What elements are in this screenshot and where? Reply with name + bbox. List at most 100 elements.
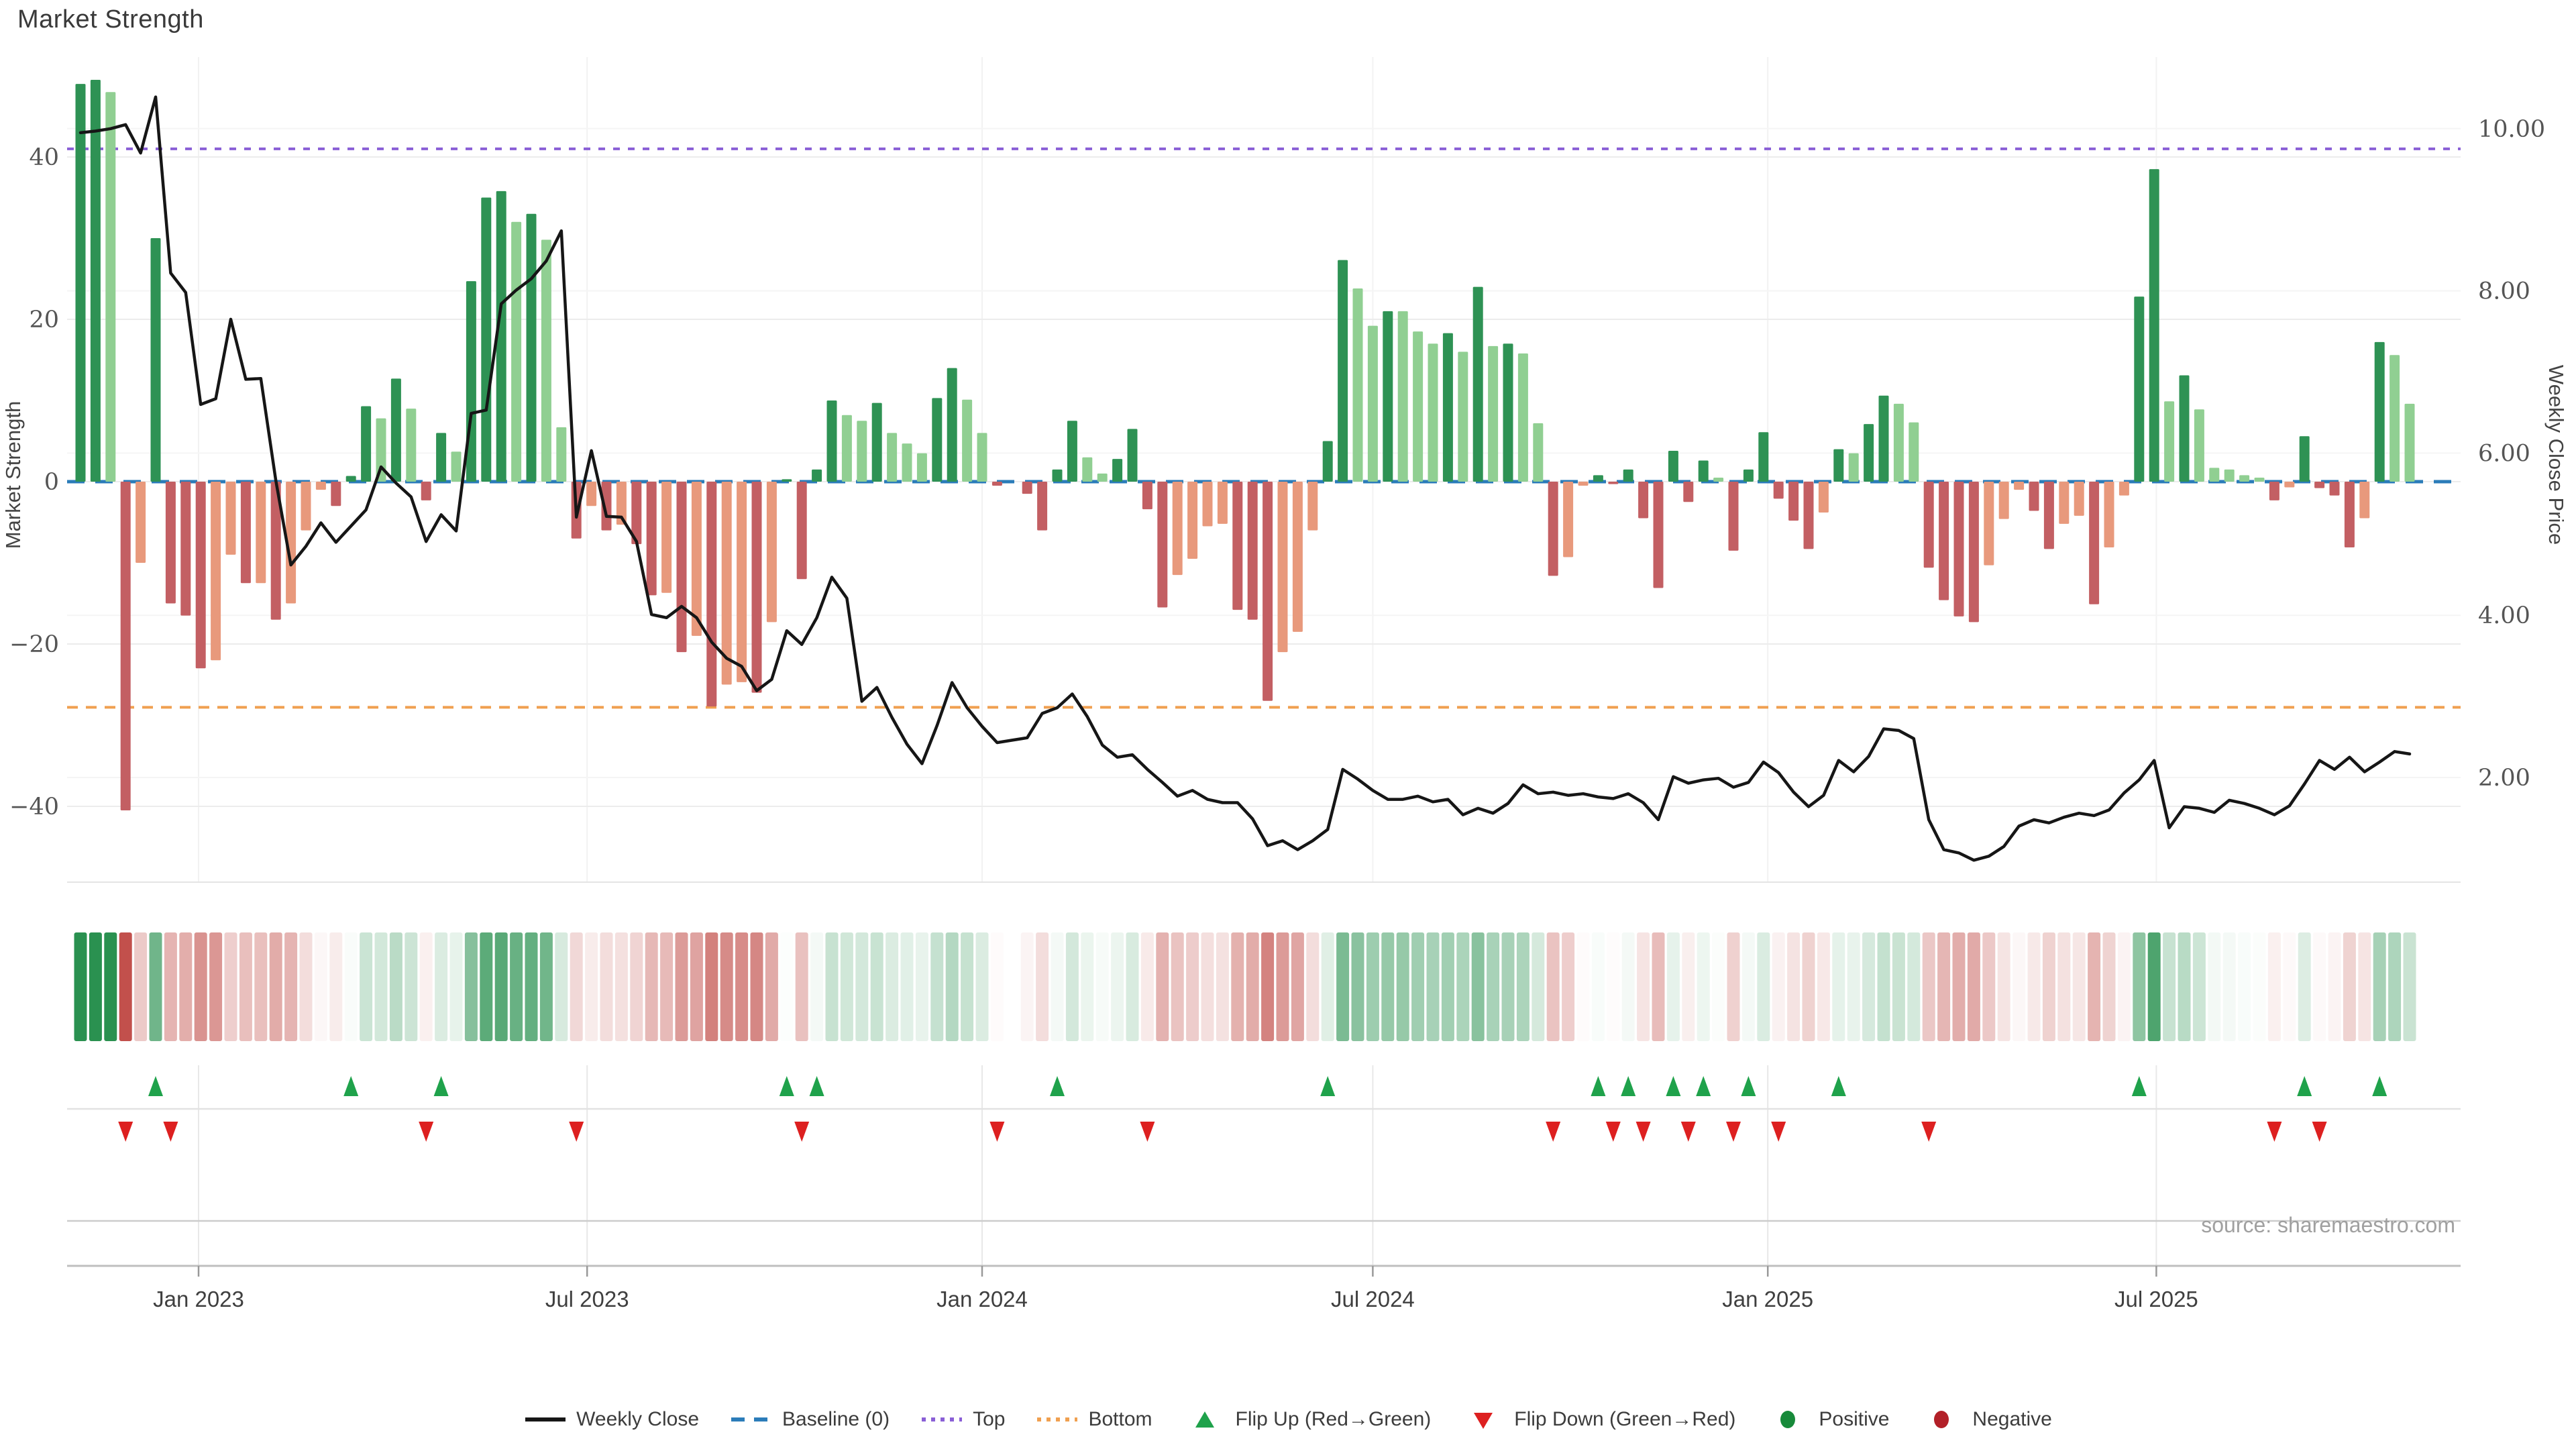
flip-up-marker bbox=[2372, 1076, 2387, 1096]
flip-up-marker bbox=[1320, 1076, 1335, 1096]
strength-bar-positive bbox=[1668, 451, 1678, 482]
strength-bar-negative bbox=[2014, 482, 2024, 490]
flip-up-marker bbox=[780, 1076, 794, 1096]
strength-bar-positive bbox=[391, 378, 401, 482]
heatmap-cell bbox=[1126, 932, 1139, 1041]
heatmap-cell bbox=[209, 932, 222, 1041]
strength-bar-positive bbox=[1112, 459, 1122, 482]
x-axis-tick-label: Jul 2024 bbox=[1331, 1287, 1415, 1311]
heatmap-cell bbox=[164, 932, 177, 1041]
heatmap-cell bbox=[2103, 932, 2116, 1041]
strength-bar-positive bbox=[2194, 409, 2204, 482]
flip-up-marker bbox=[343, 1076, 358, 1096]
strength-bar-negative bbox=[241, 482, 251, 583]
strength-bar-negative bbox=[1307, 482, 1318, 531]
strength-bar-negative bbox=[136, 482, 146, 563]
flip-down-marker bbox=[1921, 1122, 1936, 1142]
heatmap-cell bbox=[2148, 932, 2161, 1041]
legend-positive-label: Positive bbox=[1819, 1408, 1889, 1431]
heatmap-cell bbox=[1502, 932, 1515, 1041]
strength-bar-negative bbox=[1999, 482, 2009, 519]
strength-bar-positive bbox=[1458, 352, 1468, 482]
strength-bar-positive bbox=[1879, 396, 1889, 482]
left-axis-tick-label: −20 bbox=[9, 631, 59, 658]
heatmap-cell bbox=[1096, 932, 1109, 1041]
heatmap-cell bbox=[645, 932, 658, 1041]
strength-bar-negative bbox=[706, 482, 716, 706]
flip-down-marker bbox=[1681, 1122, 1696, 1142]
heatmap-cell bbox=[1652, 932, 1665, 1041]
strength-bar-positive bbox=[1864, 424, 1874, 482]
strength-bar-positive bbox=[842, 415, 852, 482]
strength-bar-positive bbox=[511, 222, 521, 482]
strength-bar-positive bbox=[406, 409, 416, 482]
strength-bar-negative bbox=[180, 482, 191, 616]
strength-bar-negative bbox=[992, 482, 1002, 486]
heatmap-cell bbox=[946, 932, 959, 1041]
heatmap-cell bbox=[435, 932, 447, 1041]
heatmap-cell bbox=[1787, 932, 1800, 1041]
flip-up-marker bbox=[1050, 1076, 1065, 1096]
strength-bar-negative bbox=[1037, 482, 1047, 531]
heatmap-cell bbox=[239, 932, 252, 1041]
strength-bar-negative bbox=[1203, 482, 1213, 527]
strength-bar-positive bbox=[151, 238, 161, 482]
strength-bar-negative bbox=[661, 482, 672, 593]
strength-bar-negative bbox=[196, 482, 206, 668]
heatmap-cell bbox=[1156, 932, 1169, 1041]
heatmap-cell bbox=[916, 932, 928, 1041]
x-axis-tick-label: Jul 2025 bbox=[2114, 1287, 2198, 1311]
strength-bar-negative bbox=[1022, 482, 1032, 494]
heatmap-cell bbox=[195, 932, 207, 1041]
strength-bar-positive bbox=[962, 400, 972, 482]
strength-bar-positive bbox=[2224, 470, 2235, 482]
strength-bar-positive bbox=[1323, 441, 1333, 482]
right-axis-tick-label: 6.00 bbox=[2478, 440, 2530, 467]
right-axis-tick-label: 10.00 bbox=[2478, 116, 2545, 143]
legend-negative-icon bbox=[1920, 1407, 1963, 1432]
heatmap-cell bbox=[1923, 932, 1935, 1041]
heatmap-cell bbox=[465, 932, 478, 1041]
strength-bar-negative bbox=[1578, 482, 1589, 486]
strength-bar-negative bbox=[2089, 482, 2099, 604]
strength-bar-positive bbox=[1383, 311, 1393, 482]
legend: Weekly CloseBaseline (0)TopBottomFlip Up… bbox=[0, 1407, 2576, 1432]
flip-up-marker bbox=[2132, 1076, 2147, 1096]
heatmap-cell bbox=[74, 932, 87, 1041]
strength-bar-negative bbox=[1819, 482, 1829, 513]
heatmap-cell bbox=[630, 932, 643, 1041]
heatmap-cell bbox=[1607, 932, 1619, 1041]
heatmap-cell bbox=[2238, 932, 2251, 1041]
heatmap-cell bbox=[1246, 932, 1259, 1041]
strength-bar-negative bbox=[1804, 482, 1814, 549]
heatmap-cell bbox=[1817, 932, 1830, 1041]
strength-bar-positive bbox=[1338, 260, 1348, 482]
left-axis-tick-label: 40 bbox=[29, 144, 59, 171]
heatmap-cell bbox=[1878, 932, 1890, 1041]
heatmap-cell bbox=[1427, 932, 1440, 1041]
strength-bar-negative bbox=[1173, 482, 1183, 575]
strength-bar-positive bbox=[1443, 333, 1453, 482]
heatmap-cell bbox=[930, 932, 943, 1041]
strength-bar-negative bbox=[752, 482, 762, 693]
heatmap-cell bbox=[405, 932, 417, 1041]
strength-bar-positive bbox=[1053, 470, 1063, 482]
heatmap-cell bbox=[1998, 932, 2010, 1041]
strength-bar-positive bbox=[2375, 342, 2385, 482]
strength-bar-negative bbox=[1774, 482, 1784, 498]
legend-item-bottom: Bottom bbox=[1036, 1407, 1152, 1432]
heatmap-cell bbox=[555, 932, 568, 1041]
heatmap-cell bbox=[1847, 932, 1860, 1041]
heatmap-cell bbox=[901, 932, 914, 1041]
strength-bar-negative bbox=[1248, 482, 1258, 620]
strength-bar-positive bbox=[1699, 461, 1709, 482]
heatmap-cell bbox=[1456, 932, 1469, 1041]
heatmap-cell bbox=[1261, 932, 1274, 1041]
heatmap-cell bbox=[420, 932, 433, 1041]
heatmap-cell bbox=[540, 932, 553, 1041]
heatmap-cell bbox=[1517, 932, 1529, 1041]
flip-up-marker bbox=[1831, 1076, 1846, 1096]
legend-weekly-close-label: Weekly Close bbox=[576, 1408, 699, 1431]
left-axis-tick-label: 20 bbox=[29, 307, 59, 333]
strength-bar-positive bbox=[361, 406, 371, 482]
